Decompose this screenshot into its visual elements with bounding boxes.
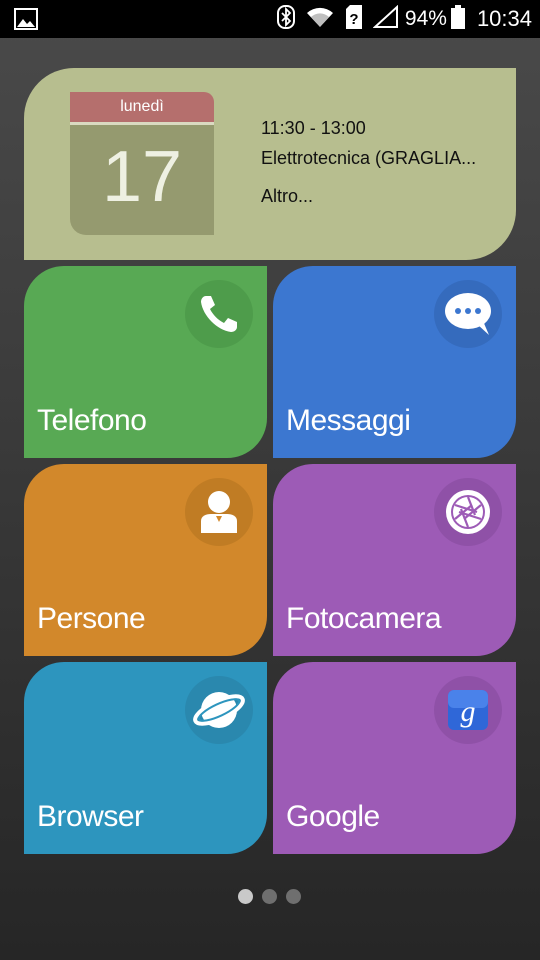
battery-percent: 94% — [404, 7, 447, 30]
page-dot[interactable] — [238, 889, 253, 904]
svg-text:?: ? — [349, 11, 358, 28]
battery-icon — [450, 4, 465, 34]
tile-label: Fotocamera — [286, 602, 442, 635]
tile-label: Browser — [37, 800, 144, 833]
calendar-widget[interactable]: lunedì 17 11:30 - 13:00 Elettrotecnica (… — [24, 68, 516, 260]
event-time: 11:30 - 13:00 — [261, 118, 366, 138]
svg-text:g: g — [461, 695, 476, 728]
more-events-link[interactable]: Altro... — [261, 186, 313, 207]
wifi-icon — [305, 6, 335, 33]
event-title[interactable]: Elettrotecnica (GRAGLIA... — [261, 148, 476, 169]
phone-icon — [185, 280, 253, 348]
message-icon — [434, 280, 502, 348]
tile-label: Telefono — [37, 404, 147, 437]
calendar-day-number: 17 — [70, 125, 214, 235]
bluetooth-icon — [276, 4, 295, 34]
browser-globe-icon — [185, 676, 253, 744]
gallery-icon — [14, 8, 38, 35]
tile-label: Persone — [37, 602, 146, 635]
google-icon: g — [434, 676, 502, 744]
tile-fotocamera[interactable]: Fotocamera — [273, 464, 516, 656]
page-indicator — [238, 889, 310, 904]
tile-label: Google — [286, 800, 380, 833]
page-dot[interactable] — [262, 889, 277, 904]
status-bar: ? 94% 10:34 — [0, 0, 540, 38]
calendar-date-icon: lunedì 17 — [70, 92, 214, 235]
no-sim-icon: ? — [345, 4, 363, 34]
tile-google[interactable]: g Google — [273, 662, 516, 854]
person-icon — [185, 478, 253, 546]
tile-messaggi[interactable]: Messaggi — [273, 266, 516, 458]
calendar-day-name: lunedì — [70, 92, 214, 122]
clock: 10:34 — [476, 6, 532, 31]
page-dot[interactable] — [286, 889, 301, 904]
tile-persone[interactable]: Persone — [24, 464, 267, 656]
tile-browser[interactable]: Browser — [24, 662, 267, 854]
tile-label: Messaggi — [286, 404, 411, 437]
signal-icon — [372, 4, 399, 34]
camera-shutter-icon — [434, 478, 502, 546]
tile-telefono[interactable]: Telefono — [24, 266, 267, 458]
